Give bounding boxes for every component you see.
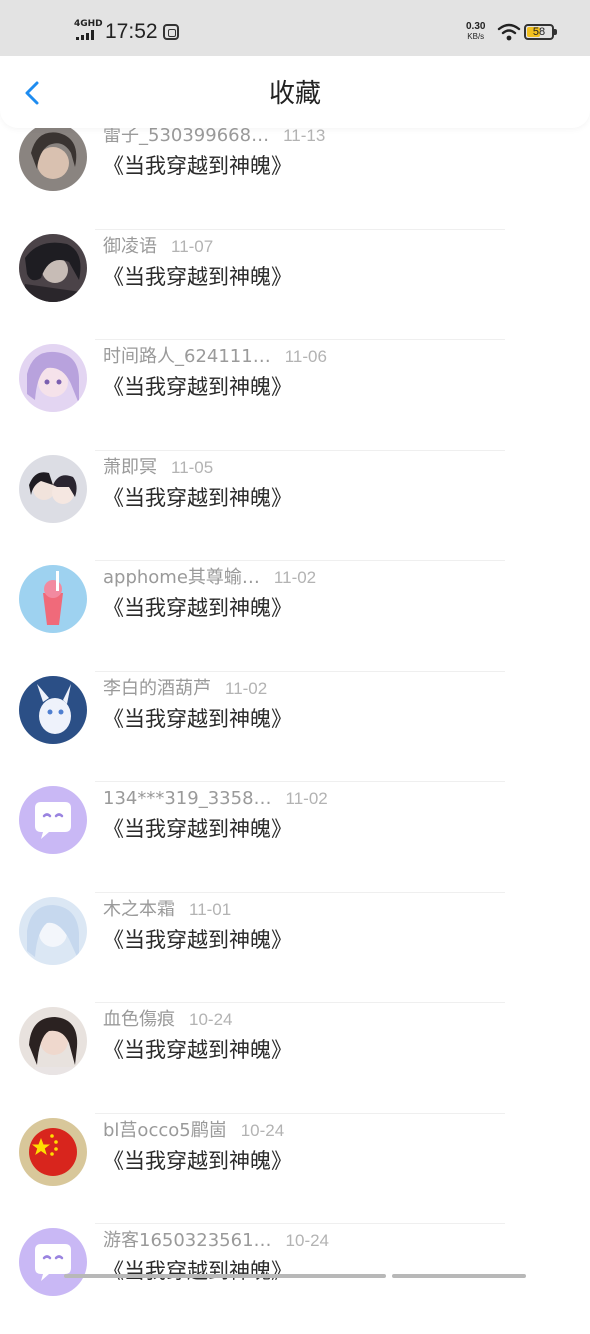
item-date: 11-02 — [225, 678, 268, 698]
avatar[interactable] — [19, 565, 87, 633]
username[interactable]: 御凌语 — [103, 233, 157, 261]
item-date: 11-07 — [171, 236, 214, 256]
avatar[interactable] — [19, 1007, 87, 1075]
book-title[interactable]: 《当我穿越到神魄》 — [103, 1147, 292, 1175]
username[interactable]: 血色傷痕 — [103, 1006, 175, 1034]
book-title[interactable]: 《当我穿越到神魄》 — [103, 594, 292, 622]
item-meta: 木之本霜 11-01 — [103, 896, 231, 924]
book-title[interactable]: 《当我穿越到神魄》 — [103, 815, 292, 843]
list-item[interactable]: 木之本霜 11-01 《当我穿越到神魄》 — [0, 891, 590, 1003]
list-divider — [95, 1002, 505, 1003]
book-title[interactable]: 《当我穿越到神魄》 — [103, 152, 292, 180]
list-item[interactable]: bl莒occo5鹛崮 10-24 《当我穿越到神魄》 — [0, 1112, 590, 1224]
item-meta: bl莒occo5鹛崮 10-24 — [103, 1117, 284, 1145]
item-meta: 134***319_3358… 11-02 — [103, 785, 328, 813]
item-date: 11-06 — [284, 347, 327, 366]
username[interactable]: bl莒occo5鹛崮 — [103, 1117, 227, 1145]
list-item[interactable]: 御凌语 11-07 《当我穿越到神魄》 — [0, 228, 590, 340]
cellular-signal-icon: 4GHD — [74, 19, 103, 42]
book-title[interactable]: 《当我穿越到神魄》 — [103, 1257, 292, 1285]
item-meta: 御凌语 11-07 — [103, 233, 213, 261]
item-date: 10-24 — [189, 1010, 233, 1029]
list-divider — [95, 1223, 505, 1224]
avatar[interactable] — [19, 454, 87, 523]
book-title[interactable]: 《当我穿越到神魄》 — [103, 373, 292, 401]
item-meta: 李白的酒葫芦 11-02 — [103, 675, 267, 703]
username[interactable]: 游客1650323561… — [103, 1227, 272, 1255]
avatar[interactable] — [19, 1228, 87, 1296]
list-item[interactable]: 游客1650323561… 10-24 《当我穿越到神魄》 — [0, 1223, 590, 1334]
network-type-label: 4GHD — [74, 19, 103, 29]
item-meta: 时间路人_624111… 11-06 — [103, 343, 327, 371]
username[interactable]: 木之本霜 — [103, 896, 175, 924]
list-divider — [95, 1112, 505, 1114]
avatar[interactable] — [19, 786, 87, 854]
list-divider — [95, 891, 505, 893]
list-item[interactable]: 134***319_3358… 11-02 《当我穿越到神魄》 — [0, 781, 590, 892]
book-title[interactable]: 《当我穿越到神魄》 — [103, 705, 292, 733]
book-title[interactable]: 《当我穿越到神魄》 — [103, 1036, 292, 1064]
favorites-list: 雷子_530399668… 11-13 《当我穿越到神魄》御凌语 11-07 《当我穿越… — [0, 118, 590, 1334]
list-item[interactable]: 李白的酒葫芦 11-02 《当我穿越到神魄》 — [0, 670, 590, 782]
list-divider — [95, 449, 505, 451]
item-meta: 萧即冥 11-05 — [103, 454, 213, 482]
item-date: 11-01 — [189, 899, 232, 919]
item-meta: 血色傷痕 10-24 — [103, 1006, 232, 1034]
item-meta: apphome其尊蝓… 11-02 — [103, 564, 316, 592]
page-title: 收藏 — [268, 79, 321, 109]
avatar[interactable] — [19, 344, 87, 412]
list-item[interactable]: 雷子_530399668… 11-13 《当我穿越到神魄》 — [0, 118, 590, 229]
avatar[interactable] — [19, 1117, 87, 1186]
network-speed-value: 0.30 — [466, 21, 486, 32]
list-divider — [95, 560, 505, 561]
book-title[interactable]: 《当我穿越到神魄》 — [103, 926, 292, 954]
item-date: 10-24 — [240, 1120, 285, 1140]
username[interactable]: 时间路人_624111… — [103, 343, 271, 371]
list-divider — [95, 670, 505, 672]
list-divider — [95, 339, 505, 340]
username[interactable]: 134***319_3358… — [103, 785, 272, 813]
list-divider — [95, 781, 505, 782]
avatar[interactable] — [19, 675, 87, 744]
status-time: 17:52 — [105, 20, 158, 43]
avatar[interactable] — [19, 123, 87, 191]
item-date: 11-02 — [285, 789, 328, 808]
book-title[interactable]: 《当我穿越到神魄》 — [103, 263, 292, 291]
list-item[interactable]: 时间路人_624111… 11-06 《当我穿越到神魄》 — [0, 339, 590, 450]
network-speed-unit: KB/s — [467, 32, 485, 41]
username[interactable]: 李白的酒葫芦 — [103, 675, 211, 703]
username[interactable]: 萧即冥 — [103, 454, 157, 482]
battery-icon: 58 — [524, 24, 557, 40]
battery-level: 58 — [532, 26, 546, 38]
home-indicator-left — [64, 1274, 386, 1278]
list-divider — [95, 228, 505, 230]
username[interactable]: apphome其尊蝓… — [103, 564, 260, 592]
item-meta: 游客1650323561… 10-24 — [103, 1227, 329, 1255]
status-bar: 4GHD 17:52 0.30 KB/s 58 — [0, 0, 590, 56]
item-date: 11-05 — [171, 457, 214, 477]
home-indicator-right — [392, 1274, 526, 1278]
avatar[interactable] — [19, 896, 87, 965]
list-item[interactable]: 血色傷痕 10-24 《当我穿越到神魄》 — [0, 1002, 590, 1113]
avatar[interactable] — [19, 233, 87, 302]
network-speed: 0.30 KB/s — [466, 21, 486, 42]
item-date: 11-02 — [273, 568, 317, 587]
list-item[interactable]: 萧即冥 11-05 《当我穿越到神魄》 — [0, 449, 590, 561]
book-title[interactable]: 《当我穿越到神魄》 — [103, 484, 292, 512]
list-item[interactable]: apphome其尊蝓… 11-02 《当我穿越到神魄》 — [0, 560, 590, 671]
notification-app-icon — [163, 24, 179, 40]
app-header: 收藏 — [0, 56, 590, 128]
wifi-icon — [497, 23, 521, 41]
item-date: 10-24 — [285, 1231, 330, 1250]
